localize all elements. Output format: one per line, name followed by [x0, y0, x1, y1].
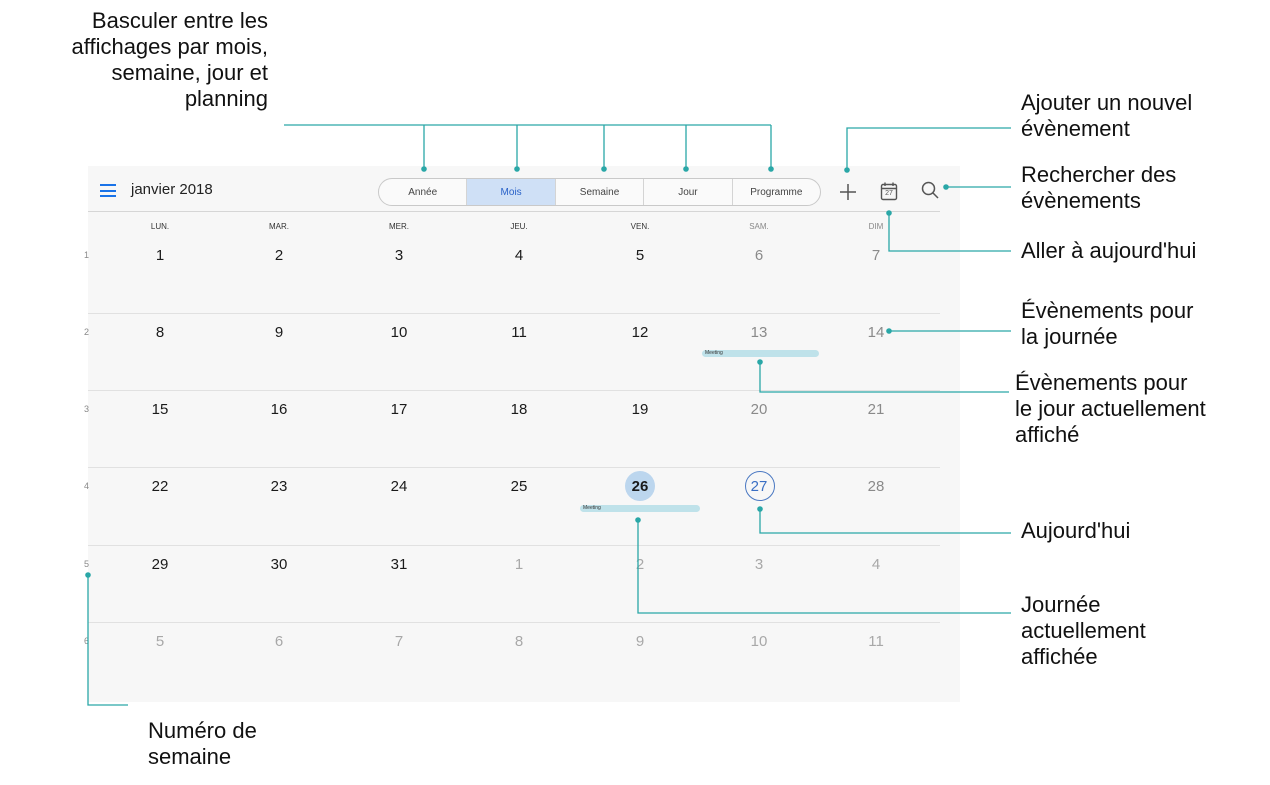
callout-lines — [85, 124, 1011, 706]
